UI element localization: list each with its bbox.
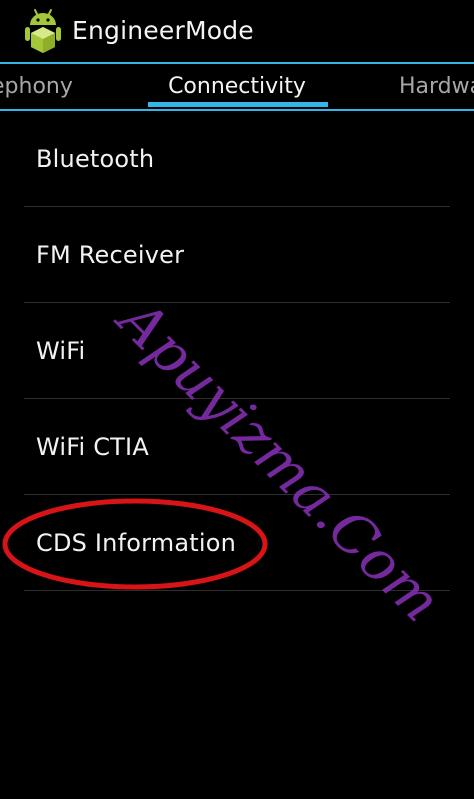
list-item-cds-information[interactable]: CDS Information	[0, 495, 474, 591]
action-bar: EngineerMode	[0, 0, 474, 64]
list-item-bluetooth[interactable]: Bluetooth	[0, 111, 474, 207]
list-item-label: WiFi	[36, 337, 86, 365]
list-item-wifi[interactable]: WiFi	[0, 303, 474, 399]
list-item-fm-receiver[interactable]: FM Receiver	[0, 207, 474, 303]
list-item-label: FM Receiver	[36, 241, 185, 269]
list-divider	[24, 590, 450, 591]
selected-tab-indicator	[148, 102, 328, 107]
list-item-label: WiFi CTIA	[36, 433, 149, 461]
app-title: EngineerMode	[72, 16, 254, 45]
list-item-label: Bluetooth	[36, 145, 155, 173]
list-item-label: CDS Information	[36, 529, 237, 557]
tab-hardware[interactable]: Hardwa	[399, 72, 474, 102]
android-robot-icon	[25, 9, 61, 53]
connectivity-list: Bluetooth FM Receiver WiFi WiFi CTIA CDS…	[0, 111, 474, 591]
list-item-wifi-ctia[interactable]: WiFi CTIA	[0, 399, 474, 495]
